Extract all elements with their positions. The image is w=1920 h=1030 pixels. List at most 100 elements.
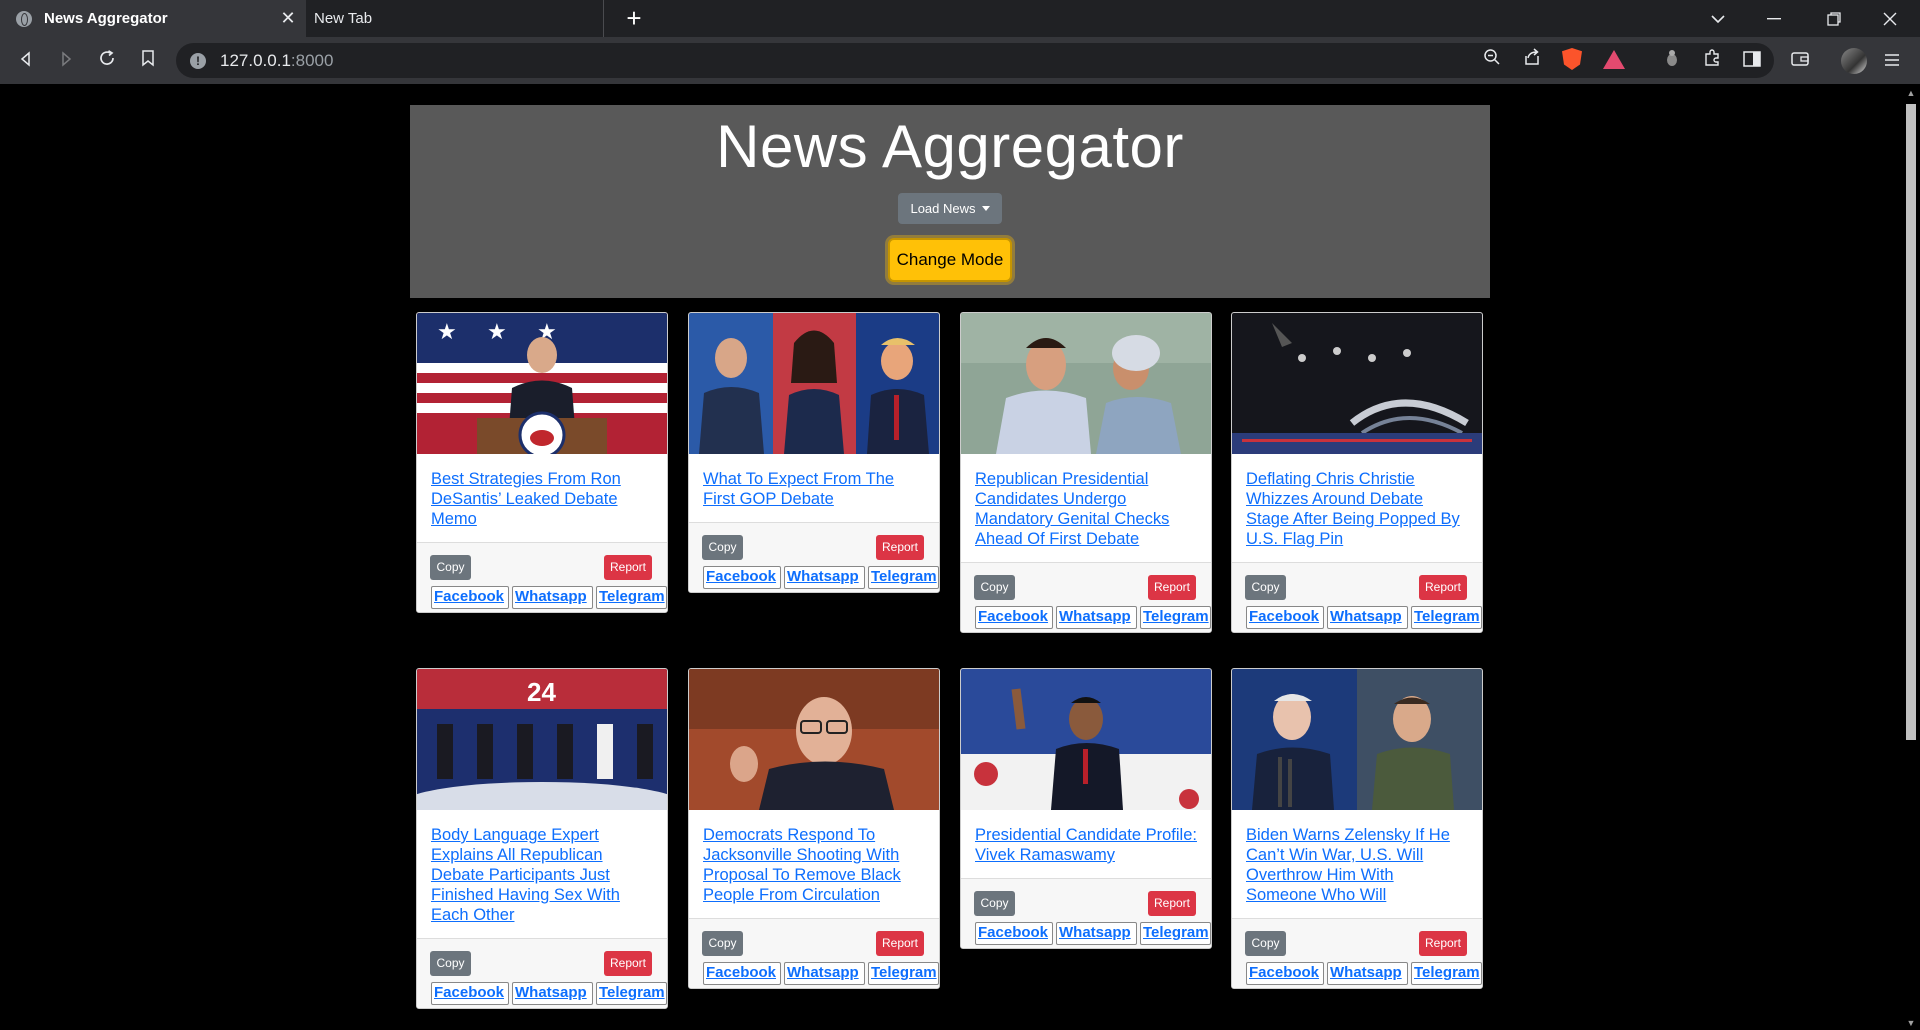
article-title-link[interactable]: Republican Presidential Candidates Under…	[975, 469, 1197, 549]
article-title-link[interactable]: Presidential Candidate Profile: Vivek Ra…	[975, 825, 1197, 865]
close-tab-icon[interactable]: ✕	[278, 8, 298, 28]
share-whatsapp-link[interactable]: Whatsapp	[512, 586, 593, 609]
minimize-icon[interactable]	[1746, 0, 1802, 37]
share-links: Facebook Whatsapp Telegram	[417, 582, 667, 612]
copy-button[interactable]: Copy	[702, 535, 743, 560]
brave-rewards-icon[interactable]	[1598, 43, 1630, 78]
tab-new-tab[interactable]: New Tab	[306, 0, 604, 37]
copy-button[interactable]: Copy	[974, 575, 1015, 600]
address-bar[interactable]: ! 127.0.0.1:8000	[176, 43, 1774, 78]
article-title-link[interactable]: What To Expect From The First GOP Debate	[703, 469, 925, 509]
bookmark-icon[interactable]	[132, 45, 164, 77]
extensions-puzzle-icon[interactable]	[1696, 45, 1728, 77]
reload-icon[interactable]	[91, 45, 123, 77]
news-card: Republican Presidential Candidates Under…	[960, 312, 1212, 633]
share-links: Facebook Whatsapp Telegram	[417, 978, 667, 1008]
load-news-label: Load News	[910, 201, 976, 216]
copy-button[interactable]: Copy	[974, 891, 1015, 916]
copy-button[interactable]: Copy	[702, 931, 743, 956]
share-facebook-link[interactable]: Facebook	[703, 962, 781, 985]
share-icon[interactable]	[1516, 43, 1548, 78]
profile-avatar-icon[interactable]	[1838, 45, 1870, 77]
share-whatsapp-link[interactable]: Whatsapp	[1327, 606, 1408, 629]
copy-button[interactable]: Copy	[1245, 931, 1286, 956]
page-viewport: News Aggregator Load News Change Mode ★ ★…	[0, 84, 1902, 1030]
url-host: 127.0.0.1	[220, 50, 291, 70]
share-facebook-link[interactable]: Facebook	[1246, 962, 1324, 985]
report-button[interactable]: Report	[1148, 575, 1196, 600]
scroll-down-arrow-icon[interactable]: ▼	[1906, 1018, 1916, 1028]
share-whatsapp-link[interactable]: Whatsapp	[1056, 606, 1137, 629]
share-telegram-link[interactable]: Telegram	[1411, 962, 1482, 985]
share-whatsapp-link[interactable]: Whatsapp	[1327, 962, 1408, 985]
share-facebook-link[interactable]: Facebook	[431, 982, 509, 1005]
report-button[interactable]: Report	[604, 951, 652, 976]
share-whatsapp-link[interactable]: Whatsapp	[784, 962, 865, 985]
tab-news-aggregator[interactable]: News Aggregator ✕	[0, 0, 306, 37]
news-card: What To Expect From The First GOP Debate…	[688, 312, 940, 593]
report-button[interactable]: Report	[604, 555, 652, 580]
site-info-icon[interactable]: !	[190, 52, 206, 69]
new-tab-button[interactable]: +	[620, 4, 648, 32]
share-whatsapp-link[interactable]: Whatsapp	[512, 982, 593, 1005]
share-facebook-link[interactable]: Facebook	[975, 922, 1053, 945]
svg-text:★: ★	[437, 319, 457, 344]
card-footer: Copy Report	[1232, 562, 1482, 602]
article-image: ★ ★ ★	[417, 313, 667, 454]
back-icon[interactable]	[10, 45, 42, 77]
article-title-link[interactable]: Democrats Respond To Jacksonville Shooti…	[703, 825, 925, 905]
scrollbar-thumb[interactable]	[1906, 104, 1916, 740]
load-news-dropdown[interactable]: Load News	[898, 193, 1002, 224]
restore-icon[interactable]	[1806, 0, 1862, 37]
change-mode-button[interactable]: Change Mode	[888, 238, 1012, 282]
menu-icon[interactable]	[1876, 45, 1908, 77]
share-telegram-link[interactable]: Telegram	[868, 566, 939, 589]
zoom-icon[interactable]	[1476, 43, 1508, 78]
share-telegram-link[interactable]: Telegram	[596, 982, 667, 1005]
forward-icon[interactable]	[50, 45, 82, 77]
report-button[interactable]: Report	[1419, 575, 1467, 600]
copy-button[interactable]: Copy	[430, 951, 471, 976]
sidebar-icon[interactable]	[1736, 45, 1768, 77]
card-footer: Copy Report	[961, 562, 1211, 602]
share-links: Facebook Whatsapp Telegram	[689, 562, 939, 592]
close-window-icon[interactable]	[1862, 0, 1918, 37]
share-telegram-link[interactable]: Telegram	[1140, 606, 1211, 629]
share-telegram-link[interactable]: Telegram	[1140, 922, 1211, 945]
share-facebook-link[interactable]: Facebook	[431, 586, 509, 609]
article-title-link[interactable]: Biden Warns Zelensky If He Can’t Win War…	[1246, 825, 1468, 905]
article-title-link[interactable]: Deflating Chris Christie Whizzes Around …	[1246, 469, 1468, 549]
report-button[interactable]: Report	[1419, 931, 1467, 956]
page-header: News Aggregator Load News Change Mode	[410, 105, 1490, 298]
browser-tab-bar: News Aggregator ✕ New Tab +	[0, 0, 1920, 37]
page-scrollbar[interactable]: ▲ ▼	[1902, 84, 1920, 1030]
share-links: Facebook Whatsapp Telegram	[1232, 602, 1482, 632]
article-title-link[interactable]: Best Strategies From Ron DeSantis’ Leake…	[431, 469, 653, 529]
share-links: Facebook Whatsapp Telegram	[689, 958, 939, 988]
tab-search-chevron-icon[interactable]	[1690, 0, 1746, 37]
scroll-up-arrow-icon[interactable]: ▲	[1906, 88, 1916, 98]
share-whatsapp-link[interactable]: Whatsapp	[784, 566, 865, 589]
copy-button[interactable]: Copy	[430, 555, 471, 580]
share-facebook-link[interactable]: Facebook	[703, 566, 781, 589]
brave-shields-icon[interactable]	[1556, 43, 1588, 78]
svg-text:24: 24	[527, 677, 556, 707]
share-facebook-link[interactable]: Facebook	[1246, 606, 1324, 629]
share-telegram-link[interactable]: Telegram	[1411, 606, 1482, 629]
copy-button[interactable]: Copy	[1245, 575, 1286, 600]
article-image	[1232, 313, 1482, 454]
report-button[interactable]: Report	[876, 931, 924, 956]
share-facebook-link[interactable]: Facebook	[975, 606, 1053, 629]
share-links: Facebook Whatsapp Telegram	[961, 602, 1211, 632]
article-title-link[interactable]: Body Language Expert Explains All Republ…	[431, 825, 653, 925]
share-telegram-link[interactable]: Telegram	[868, 962, 939, 985]
globe-icon	[16, 10, 32, 27]
card-footer: Copy Report	[689, 522, 939, 562]
wallet-icon[interactable]	[1784, 45, 1816, 77]
share-telegram-link[interactable]: Telegram	[596, 586, 667, 609]
card-footer: Copy Report	[417, 542, 667, 582]
report-button[interactable]: Report	[876, 535, 924, 560]
extension-icon[interactable]	[1656, 45, 1688, 77]
report-button[interactable]: Report	[1148, 891, 1196, 916]
share-whatsapp-link[interactable]: Whatsapp	[1056, 922, 1137, 945]
